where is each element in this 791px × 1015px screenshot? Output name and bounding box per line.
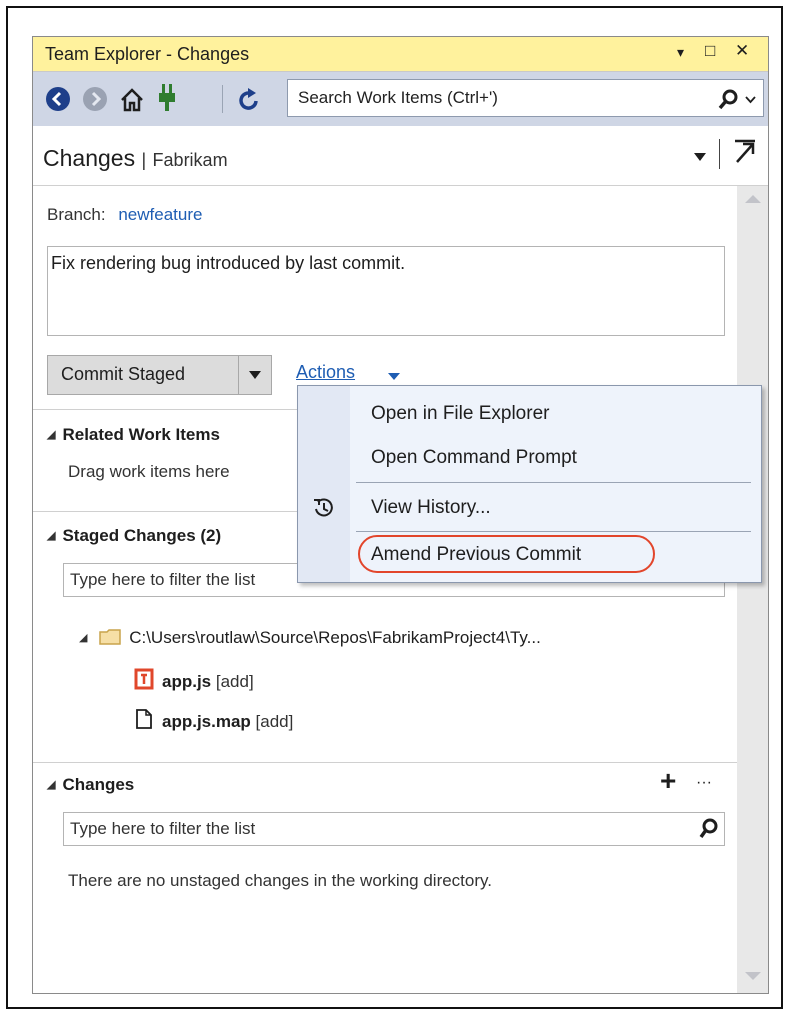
collapse-icon[interactable]: ◢ [47, 530, 55, 542]
search-icon[interactable] [718, 89, 740, 111]
forward-icon[interactable] [83, 87, 107, 111]
scroll-down-icon[interactable] [745, 971, 761, 981]
window-title: Team Explorer - Changes [45, 44, 250, 64]
page-title-group: Changes | Fabrikam [43, 145, 228, 172]
team-explorer-panel: Team Explorer - Changes ▾ □ ✕ Search Wor… [32, 36, 769, 994]
home-icon[interactable] [119, 87, 143, 112]
commit-staged-label: Commit Staged [61, 364, 186, 384]
file-name: app.js.map [162, 712, 251, 731]
no-changes-message: There are no unstaged changes in the wor… [68, 871, 492, 890]
header-divider [719, 139, 720, 169]
file-name: app.js [162, 672, 212, 691]
more-options-icon[interactable]: ··· [696, 774, 712, 792]
title-separator: | [141, 150, 147, 170]
add-icon[interactable]: + [660, 765, 676, 797]
collapse-icon[interactable]: ◢ [47, 779, 55, 791]
staged-changes-header[interactable]: ◢ Staged Changes (2) [47, 526, 221, 546]
commit-staged-button[interactable]: Commit Staged [47, 355, 272, 395]
toolbar-separator [222, 85, 223, 113]
file-row-app-js[interactable]: app.js [add] [134, 665, 254, 692]
folder-path: C:\Users\routlaw\Source\Repos\FabrikamPr… [129, 628, 541, 647]
page-dropdown-icon[interactable] [694, 153, 706, 163]
search-placeholder: Search Work Items (Ctrl+') [298, 88, 498, 107]
commit-button-divider [238, 356, 239, 394]
menu-item-amend-previous-commit[interactable]: Amend Previous Commit [371, 544, 581, 566]
connect-icon[interactable] [155, 83, 179, 111]
file-tag: [add] [215, 672, 254, 691]
maximize-icon[interactable]: □ [705, 41, 715, 61]
folder-icon [99, 629, 121, 645]
related-work-items-hint: Drag work items here [68, 462, 230, 481]
toolbar: Search Work Items (Ctrl+') [33, 72, 768, 126]
repo-name: Fabrikam [152, 150, 228, 170]
changes-title: Changes [62, 775, 135, 794]
menu-icon-gutter [298, 386, 350, 582]
scroll-up-icon[interactable] [745, 194, 761, 204]
section-divider [33, 762, 737, 763]
menu-item-open-command-prompt[interactable]: Open Command Prompt [371, 447, 577, 469]
close-icon[interactable]: ✕ [735, 41, 749, 61]
changes-filter-placeholder: Type here to filter the list [70, 819, 256, 838]
actions-menu: Open in File Explorer Open Command Promp… [297, 385, 762, 583]
dropdown-icon[interactable]: ▾ [677, 44, 684, 61]
collapse-icon[interactable]: ◢ [79, 632, 87, 644]
commit-dropdown-icon[interactable] [249, 371, 261, 380]
staged-changes-title: Staged Changes (2) [62, 526, 222, 545]
changes-header[interactable]: ◢ Changes [47, 775, 134, 795]
branch-row: Branch: newfeature [47, 205, 202, 225]
typescript-file-icon [134, 668, 154, 690]
refresh-icon[interactable] [237, 87, 261, 111]
menu-item-view-history[interactable]: View History... [371, 497, 491, 519]
search-dropdown-icon[interactable] [745, 95, 757, 105]
menu-item-open-in-file-explorer[interactable]: Open in File Explorer [371, 403, 549, 425]
commit-message-text: Fix rendering bug introduced by last com… [51, 253, 406, 273]
collapse-icon[interactable]: ◢ [47, 429, 55, 441]
page-header: Changes | Fabrikam [33, 127, 768, 186]
related-work-items-title: Related Work Items [62, 425, 220, 444]
branch-link[interactable]: newfeature [118, 205, 202, 224]
file-row-app-js-map[interactable]: app.js.map [add] [134, 705, 293, 732]
commit-message-input[interactable]: Fix rendering bug introduced by last com… [47, 246, 725, 336]
back-icon[interactable] [46, 87, 70, 111]
title-bar: Team Explorer - Changes ▾ □ ✕ [33, 37, 768, 72]
changes-filter-input[interactable]: Type here to filter the list [63, 812, 725, 846]
branch-label: Branch: [47, 205, 106, 224]
file-icon [136, 709, 152, 729]
menu-separator [356, 531, 751, 532]
file-tag: [add] [255, 712, 294, 731]
actions-link[interactable]: Actions [296, 362, 355, 383]
page-title: Changes [43, 145, 136, 171]
menu-separator [356, 482, 751, 483]
related-work-items-header[interactable]: ◢ Related Work Items [47, 425, 220, 445]
actions-dropdown-icon[interactable] [388, 373, 400, 382]
search-input[interactable]: Search Work Items (Ctrl+') [287, 79, 764, 117]
search-icon[interactable] [699, 818, 719, 840]
history-icon [314, 498, 333, 517]
folder-row[interactable]: ◢ C:\Users\routlaw\Source\Repos\Fabrikam… [79, 627, 541, 648]
staged-filter-placeholder: Type here to filter the list [70, 570, 256, 589]
vertical-scrollbar[interactable] [737, 186, 768, 993]
undock-icon[interactable] [732, 139, 758, 165]
